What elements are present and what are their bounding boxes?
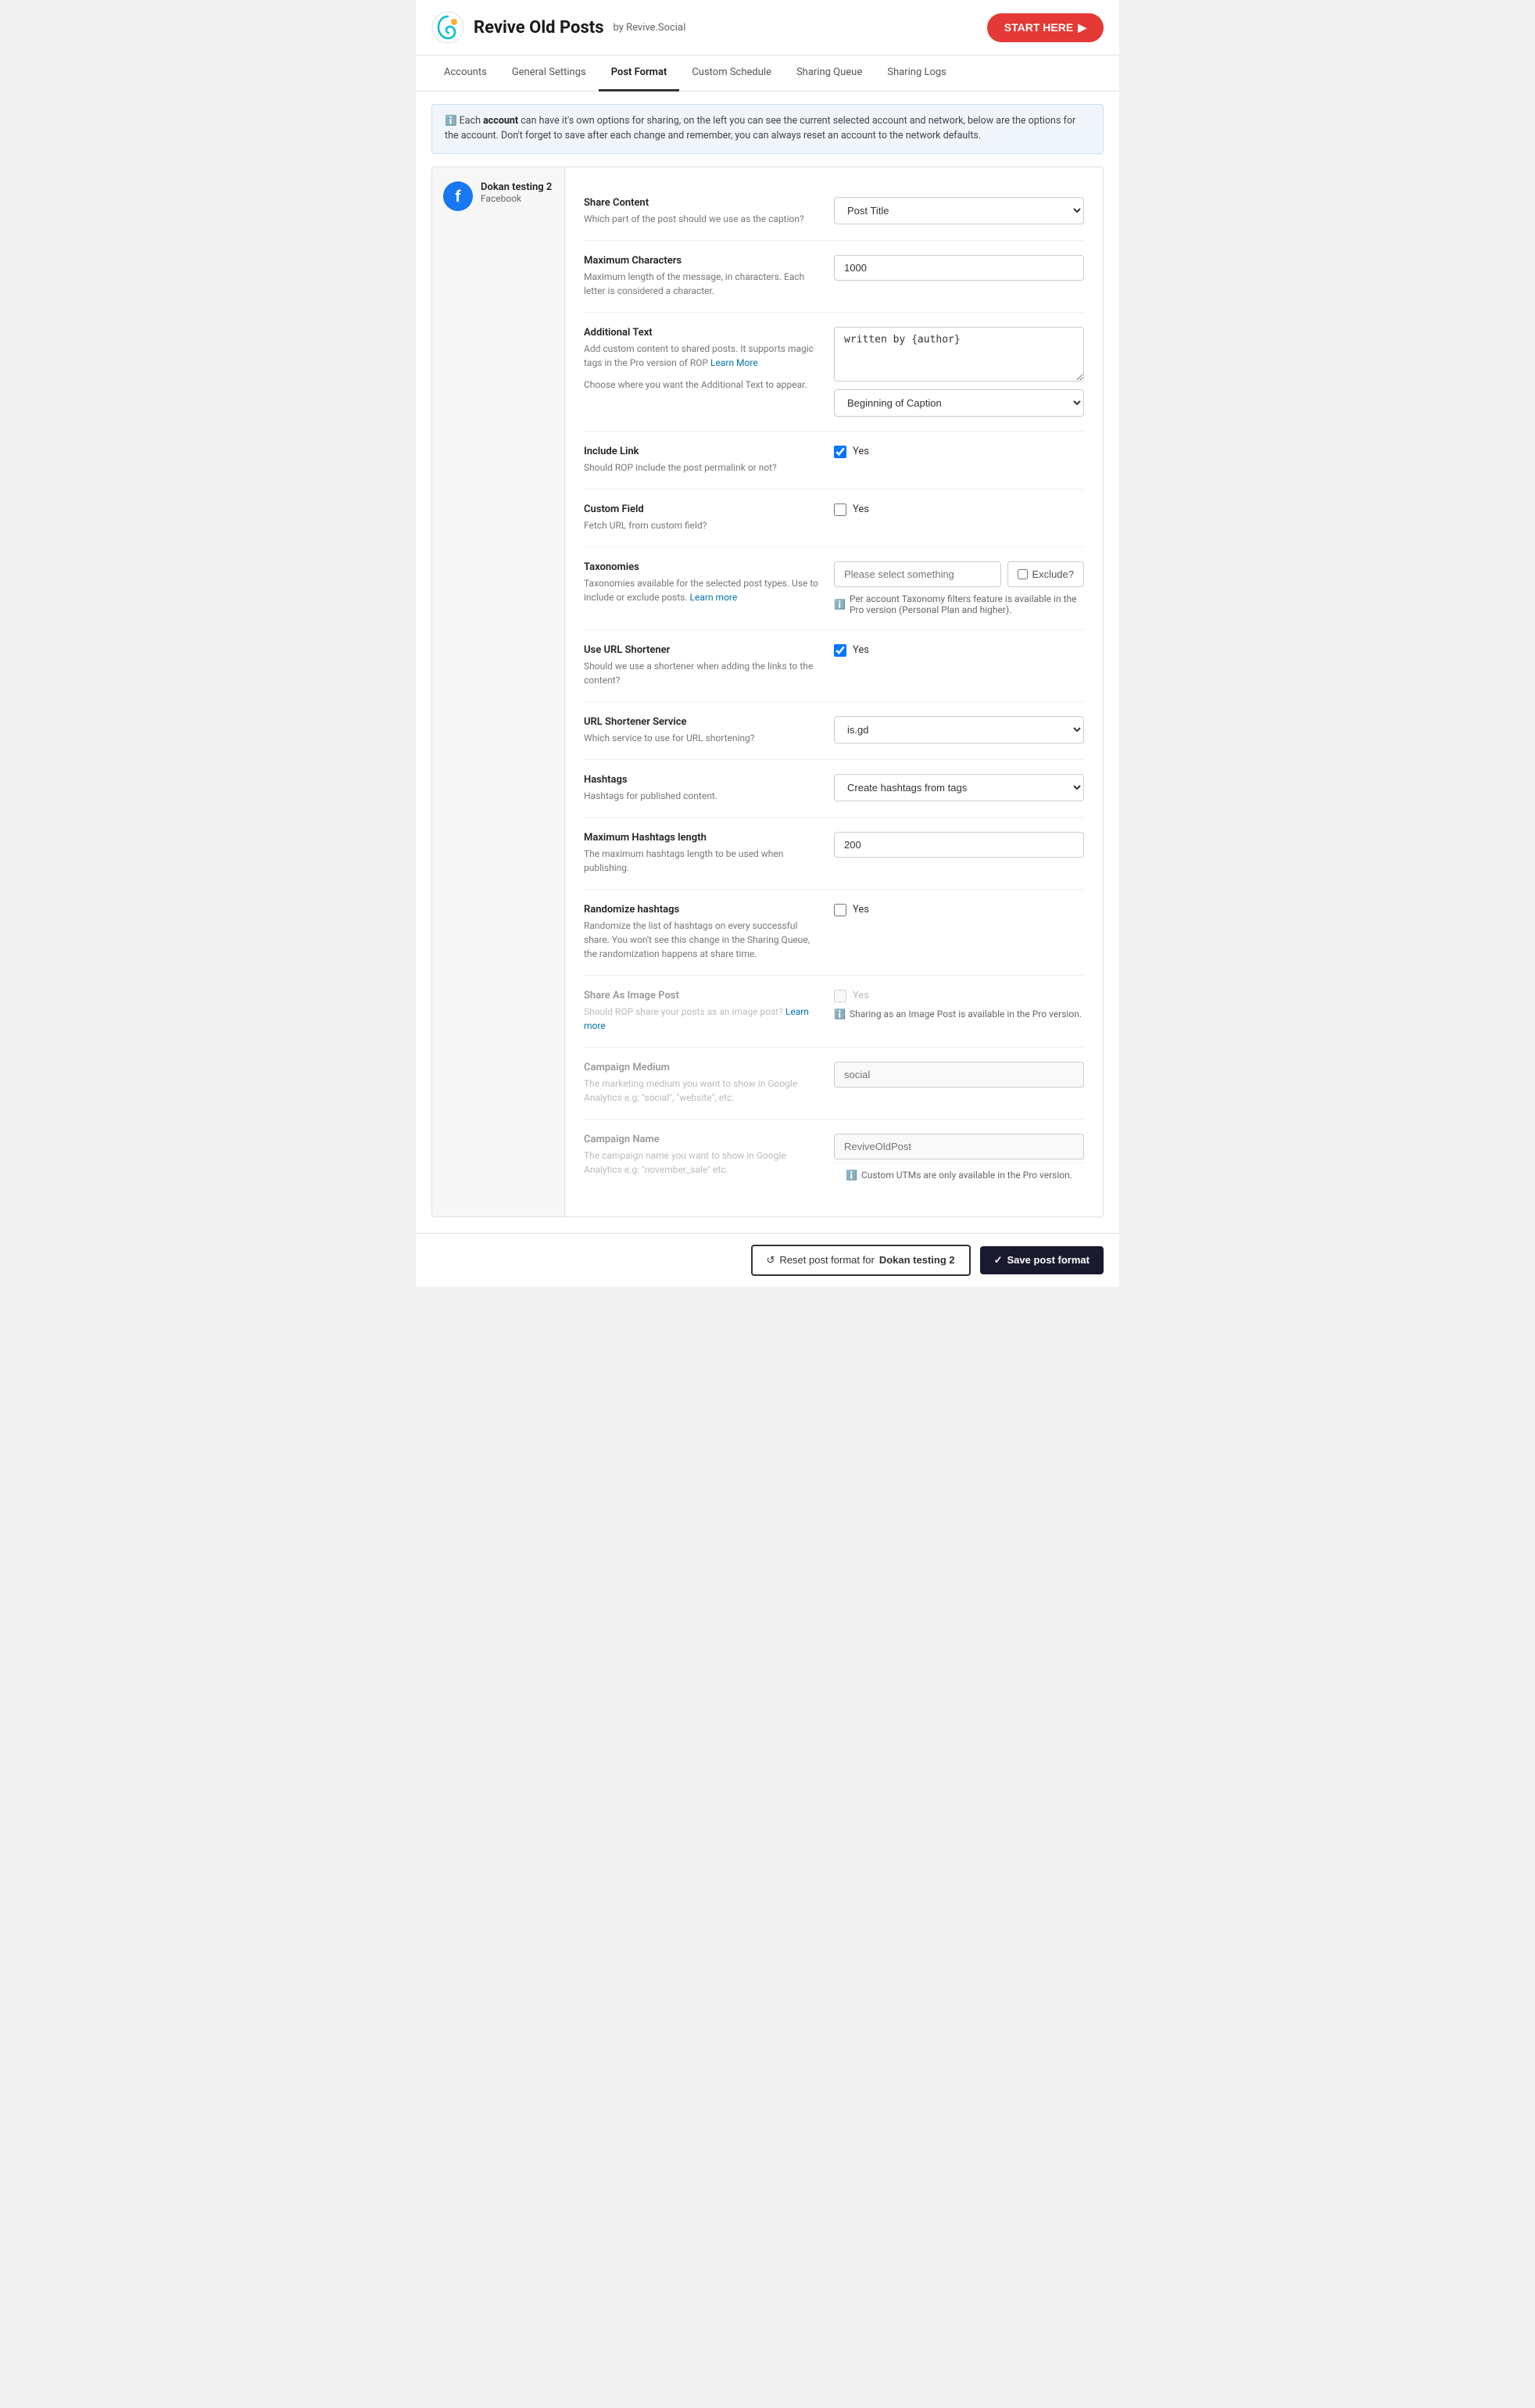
setting-randomize-hashtags: Randomize hashtags Randomize the list of… xyxy=(584,890,1084,976)
include-link-desc: Should ROP include the post permalink or… xyxy=(584,460,818,475)
account-name: Dokan testing 2 xyxy=(481,181,552,193)
randomize-hashtags-desc: Randomize the list of hashtags on every … xyxy=(584,919,818,961)
settings-area: Share Content Which part of the post sho… xyxy=(565,167,1103,1217)
randomize-hashtags-checkbox-label[interactable]: Yes xyxy=(834,904,1084,916)
hashtags-title: Hashtags xyxy=(584,774,818,786)
custom-field-desc: Fetch URL from custom field? xyxy=(584,518,818,532)
setting-url-shortener: Use URL Shortener Should we use a shorte… xyxy=(584,630,1084,702)
setting-taxonomies: Taxonomies Taxonomies available for the … xyxy=(584,547,1084,630)
tab-sharing-queue[interactable]: Sharing Queue xyxy=(784,56,875,91)
additional-text-title: Additional Text xyxy=(584,327,818,339)
setting-custom-field: Custom Field Fetch URL from custom field… xyxy=(584,489,1084,547)
tab-sharing-logs[interactable]: Sharing Logs xyxy=(875,56,959,91)
app-title: Revive Old Posts xyxy=(474,18,604,38)
account-avatar: f xyxy=(443,181,473,211)
share-image-post-title: Share As Image Post xyxy=(584,990,818,1002)
info-box: ℹ️ Each account can have it's own option… xyxy=(431,104,1104,154)
additional-text-position-select[interactable]: Beginning of Caption End of Caption xyxy=(834,389,1084,417)
taxonomies-pro-notice: ℹ️ Per account Taxonomy filters feature … xyxy=(834,593,1084,615)
custom-field-checkbox-label[interactable]: Yes xyxy=(834,503,1084,516)
additional-text-position-desc: Choose where you want the Additional Tex… xyxy=(584,378,818,392)
setting-campaign-name: Campaign Name The campaign name you want… xyxy=(584,1120,1084,1201)
url-shortener-service-title: URL Shortener Service xyxy=(584,716,818,728)
share-image-post-checkbox xyxy=(834,990,846,1002)
campaign-medium-desc: The marketing medium you want to show in… xyxy=(584,1077,818,1105)
campaign-name-title: Campaign Name xyxy=(584,1134,818,1145)
share-content-select[interactable]: Post Title Post Content Post Excerpt xyxy=(834,197,1084,224)
campaign-medium-title: Campaign Medium xyxy=(584,1062,818,1073)
setting-hashtags: Hashtags Hashtags for published content.… xyxy=(584,760,1084,818)
max-characters-title: Maximum Characters xyxy=(584,255,818,267)
url-shortener-checkbox[interactable] xyxy=(834,644,846,657)
max-characters-input[interactable] xyxy=(834,255,1084,281)
max-characters-desc: Maximum length of the message, in charac… xyxy=(584,270,818,298)
taxonomies-desc: Taxonomies available for the selected po… xyxy=(584,576,818,604)
include-link-checkbox-label[interactable]: Yes xyxy=(834,446,1084,458)
share-image-post-checkbox-label[interactable]: Yes xyxy=(834,990,1084,1002)
custom-field-checkbox[interactable] xyxy=(834,503,846,516)
setting-share-image-post: Share As Image Post Should ROP share you… xyxy=(584,976,1084,1048)
save-button[interactable]: ✓ Save post format xyxy=(980,1246,1104,1274)
additional-text-textarea[interactable]: written by {author} xyxy=(834,327,1084,382)
setting-url-shortener-service: URL Shortener Service Which service to u… xyxy=(584,702,1084,760)
taxonomies-learn-more[interactable]: Learn more xyxy=(690,592,738,603)
randomize-hashtags-checkbox[interactable] xyxy=(834,904,846,916)
campaign-name-input xyxy=(834,1134,1084,1159)
url-shortener-title: Use URL Shortener xyxy=(584,644,818,656)
main-content: f Dokan testing 2 Facebook Share Content… xyxy=(416,167,1119,1233)
setting-max-characters: Maximum Characters Maximum length of the… xyxy=(584,241,1084,313)
hashtags-desc: Hashtags for published content. xyxy=(584,789,818,803)
start-here-button[interactable]: START HERE ▶ xyxy=(987,13,1104,42)
url-shortener-checkbox-label[interactable]: Yes xyxy=(834,644,1084,657)
url-shortener-service-desc: Which service to use for URL shortening? xyxy=(584,731,818,745)
app-header: Revive Old Posts by Revive.Social START … xyxy=(416,0,1119,56)
setting-share-content: Share Content Which part of the post sho… xyxy=(584,183,1084,241)
account-sidebar: f Dokan testing 2 Facebook xyxy=(432,167,565,1217)
max-hashtags-input[interactable] xyxy=(834,832,1084,858)
custom-field-title: Custom Field xyxy=(584,503,818,515)
account-section: f Dokan testing 2 Facebook Share Content… xyxy=(431,167,1104,1217)
tab-post-format[interactable]: Post Format xyxy=(599,56,680,91)
setting-max-hashtags: Maximum Hashtags length The maximum hash… xyxy=(584,818,1084,890)
tab-general-settings[interactable]: General Settings xyxy=(499,56,599,91)
account-network: Facebook xyxy=(481,193,552,204)
share-content-title: Share Content xyxy=(584,197,818,209)
reset-button[interactable]: ↺ Reset post format for Dokan testing 2 xyxy=(751,1245,971,1276)
hashtags-select[interactable]: Create hashtags from tags No hashtags Cr… xyxy=(834,774,1084,801)
setting-campaign-medium: Campaign Medium The marketing medium you… xyxy=(584,1048,1084,1120)
tab-accounts[interactable]: Accounts xyxy=(431,56,499,91)
max-hashtags-desc: The maximum hashtags length to be used w… xyxy=(584,847,818,875)
share-image-post-desc: Should ROP share your posts as an image … xyxy=(584,1005,818,1033)
url-shortener-desc: Should we use a shortener when adding th… xyxy=(584,659,818,687)
additional-text-desc: Add custom content to shared posts. It s… xyxy=(584,342,818,370)
setting-additional-text: Additional Text Add custom content to sh… xyxy=(584,313,1084,432)
taxonomy-row: Exclude? xyxy=(834,561,1084,587)
exclude-button[interactable]: Exclude? xyxy=(1007,561,1084,587)
taxonomies-title: Taxonomies xyxy=(584,561,818,573)
max-hashtags-title: Maximum Hashtags length xyxy=(584,832,818,844)
share-content-desc: Which part of the post should we use as … xyxy=(584,212,818,226)
by-text: by Revive.Social xyxy=(614,22,686,34)
account-info: Dokan testing 2 Facebook xyxy=(481,181,552,204)
nav-tabs: Accounts General Settings Post Format Cu… xyxy=(416,56,1119,91)
setting-include-link: Include Link Should ROP include the post… xyxy=(584,432,1084,489)
include-link-title: Include Link xyxy=(584,446,818,457)
additional-text-learn-more[interactable]: Learn More xyxy=(710,357,758,368)
footer-bar: ↺ Reset post format for Dokan testing 2 … xyxy=(416,1233,1119,1287)
utm-notice: ℹ️ Custom UTMs are only available in the… xyxy=(834,1163,1084,1187)
taxonomy-input[interactable] xyxy=(834,561,1001,587)
share-image-pro-notice: ℹ️ Sharing as an Image Post is available… xyxy=(834,1009,1084,1019)
include-link-checkbox[interactable] xyxy=(834,446,846,458)
app-logo xyxy=(431,11,464,44)
exclude-checkbox[interactable] xyxy=(1018,569,1028,579)
campaign-name-desc: The campaign name you want to show in Go… xyxy=(584,1148,818,1177)
randomize-hashtags-title: Randomize hashtags xyxy=(584,904,818,916)
url-shortener-service-select[interactable]: is.gd bit.ly ow.ly xyxy=(834,716,1084,744)
tab-custom-schedule[interactable]: Custom Schedule xyxy=(679,56,784,91)
campaign-medium-input xyxy=(834,1062,1084,1088)
